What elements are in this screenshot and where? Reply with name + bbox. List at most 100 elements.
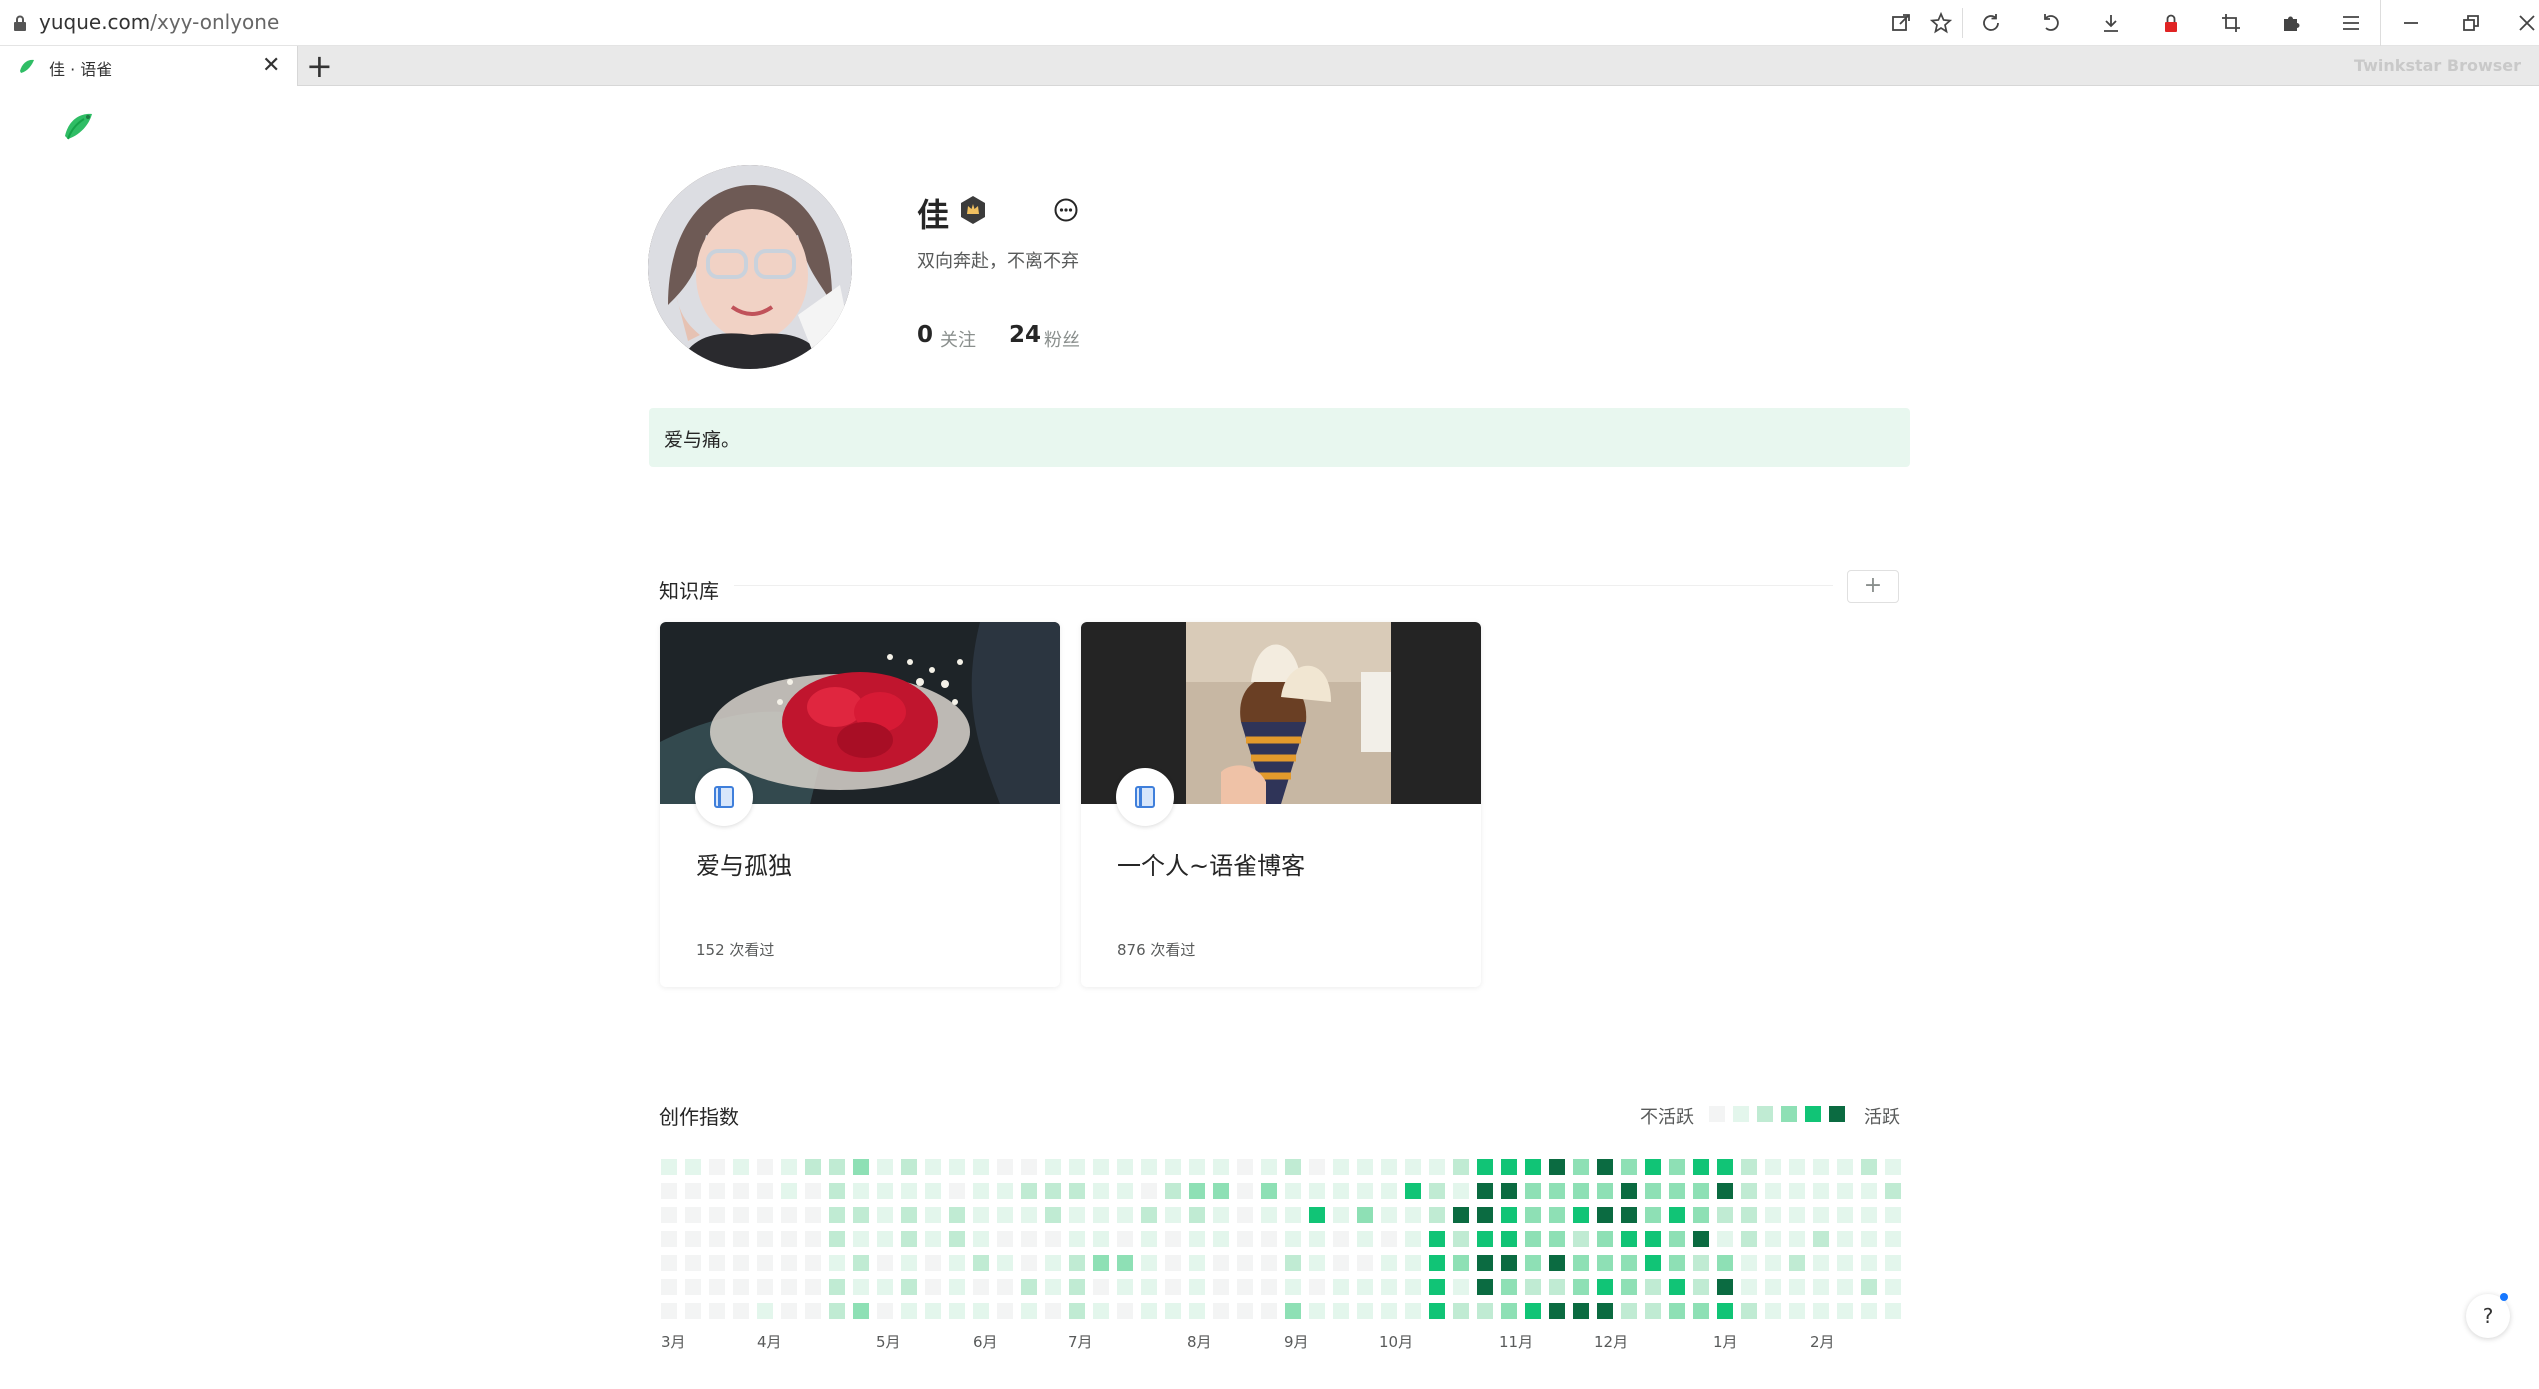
heatmap-cell[interactable] bbox=[1717, 1183, 1733, 1199]
heatmap-cell[interactable] bbox=[1501, 1303, 1517, 1319]
heatmap-cell[interactable] bbox=[949, 1159, 965, 1175]
heatmap-cell[interactable] bbox=[877, 1231, 893, 1247]
heatmap-cell[interactable] bbox=[709, 1159, 725, 1175]
heatmap-cell[interactable] bbox=[1693, 1231, 1709, 1247]
heatmap-cell[interactable] bbox=[805, 1279, 821, 1295]
more-options-icon[interactable] bbox=[1053, 197, 1079, 223]
heatmap-cell[interactable] bbox=[1477, 1279, 1493, 1295]
heatmap-cell[interactable] bbox=[1453, 1303, 1469, 1319]
heatmap-cell[interactable] bbox=[1765, 1159, 1781, 1175]
heatmap-cell[interactable] bbox=[1717, 1255, 1733, 1271]
heatmap-cell[interactable] bbox=[1453, 1279, 1469, 1295]
heatmap-cell[interactable] bbox=[1069, 1207, 1085, 1223]
heatmap-cell[interactable] bbox=[805, 1207, 821, 1223]
heatmap-cell[interactable] bbox=[829, 1159, 845, 1175]
heatmap-cell[interactable] bbox=[1141, 1207, 1157, 1223]
heatmap-cell[interactable] bbox=[1285, 1231, 1301, 1247]
heatmap-cell[interactable] bbox=[1237, 1159, 1253, 1175]
heatmap-cell[interactable] bbox=[805, 1255, 821, 1271]
heatmap-cell[interactable] bbox=[1117, 1207, 1133, 1223]
heatmap-cell[interactable] bbox=[1309, 1279, 1325, 1295]
heatmap-cell[interactable] bbox=[1453, 1159, 1469, 1175]
heatmap-cell[interactable] bbox=[1333, 1255, 1349, 1271]
heatmap-cell[interactable] bbox=[1213, 1303, 1229, 1319]
heatmap-cell[interactable] bbox=[1885, 1303, 1901, 1319]
heatmap-cell[interactable] bbox=[829, 1183, 845, 1199]
card-title[interactable]: 一个人~语雀博客 bbox=[1117, 846, 1305, 881]
heatmap-cell[interactable] bbox=[757, 1279, 773, 1295]
heatmap-cell[interactable] bbox=[1453, 1255, 1469, 1271]
heatmap-cell[interactable] bbox=[1885, 1255, 1901, 1271]
heatmap-cell[interactable] bbox=[1261, 1231, 1277, 1247]
heatmap-cell[interactable] bbox=[1069, 1279, 1085, 1295]
heatmap-cell[interactable] bbox=[1429, 1207, 1445, 1223]
heatmap-cell[interactable] bbox=[733, 1207, 749, 1223]
security-lock-icon[interactable] bbox=[2156, 8, 2186, 38]
heatmap-cell[interactable] bbox=[1285, 1207, 1301, 1223]
heatmap-cell[interactable] bbox=[1597, 1183, 1613, 1199]
heatmap-cell[interactable] bbox=[1189, 1255, 1205, 1271]
heatmap-cell[interactable] bbox=[709, 1279, 725, 1295]
heatmap-cell[interactable] bbox=[1117, 1231, 1133, 1247]
heatmap-cell[interactable] bbox=[1549, 1207, 1565, 1223]
heatmap-cell[interactable] bbox=[685, 1303, 701, 1319]
heatmap-cell[interactable] bbox=[709, 1207, 725, 1223]
heatmap-cell[interactable] bbox=[1741, 1279, 1757, 1295]
heatmap-cell[interactable] bbox=[661, 1303, 677, 1319]
heatmap-cell[interactable] bbox=[733, 1303, 749, 1319]
heatmap-cell[interactable] bbox=[1213, 1231, 1229, 1247]
heatmap-cell[interactable] bbox=[685, 1183, 701, 1199]
heatmap-cell[interactable] bbox=[1381, 1255, 1397, 1271]
heatmap-cell[interactable] bbox=[877, 1183, 893, 1199]
heatmap-cell[interactable] bbox=[1813, 1279, 1829, 1295]
heatmap-cell[interactable] bbox=[1261, 1255, 1277, 1271]
heatmap-cell[interactable] bbox=[1789, 1303, 1805, 1319]
heatmap-cell[interactable] bbox=[1285, 1255, 1301, 1271]
heatmap-cell[interactable] bbox=[1141, 1183, 1157, 1199]
heatmap-cell[interactable] bbox=[853, 1183, 869, 1199]
heatmap-cell[interactable] bbox=[1477, 1159, 1493, 1175]
heatmap-cell[interactable] bbox=[925, 1159, 941, 1175]
heatmap-cell[interactable] bbox=[1549, 1279, 1565, 1295]
heatmap-cell[interactable] bbox=[1597, 1255, 1613, 1271]
heatmap-cell[interactable] bbox=[853, 1255, 869, 1271]
heatmap-cell[interactable] bbox=[1309, 1159, 1325, 1175]
heatmap-cell[interactable] bbox=[1741, 1255, 1757, 1271]
undo-close-tab-icon[interactable] bbox=[2036, 8, 2066, 38]
heatmap-cell[interactable] bbox=[1285, 1303, 1301, 1319]
heatmap-cell[interactable] bbox=[1045, 1255, 1061, 1271]
heatmap-cell[interactable] bbox=[1861, 1231, 1877, 1247]
extensions-puzzle-icon[interactable] bbox=[2276, 8, 2306, 38]
heatmap-cell[interactable] bbox=[661, 1231, 677, 1247]
heatmap-cell[interactable] bbox=[781, 1207, 797, 1223]
heatmap-cell[interactable] bbox=[1093, 1255, 1109, 1271]
heatmap-cell[interactable] bbox=[1165, 1159, 1181, 1175]
heatmap-cell[interactable] bbox=[853, 1231, 869, 1247]
heatmap-cell[interactable] bbox=[1237, 1183, 1253, 1199]
heatmap-cell[interactable] bbox=[1837, 1231, 1853, 1247]
heatmap-cell[interactable] bbox=[973, 1255, 989, 1271]
heatmap-cell[interactable] bbox=[829, 1231, 845, 1247]
heatmap-cell[interactable] bbox=[1453, 1183, 1469, 1199]
heatmap-cell[interactable] bbox=[1261, 1303, 1277, 1319]
heatmap-cell[interactable] bbox=[1237, 1207, 1253, 1223]
heatmap-cell[interactable] bbox=[1501, 1207, 1517, 1223]
open-external-icon[interactable] bbox=[1886, 8, 1916, 38]
heatmap-cell[interactable] bbox=[925, 1255, 941, 1271]
heatmap-cell[interactable] bbox=[733, 1255, 749, 1271]
heatmap-cell[interactable] bbox=[1165, 1303, 1181, 1319]
heatmap-cell[interactable] bbox=[1669, 1303, 1685, 1319]
heatmap-cell[interactable] bbox=[1885, 1279, 1901, 1295]
heatmap-cell[interactable] bbox=[1333, 1183, 1349, 1199]
close-window-icon[interactable] bbox=[2512, 8, 2539, 38]
heatmap-cell[interactable] bbox=[877, 1279, 893, 1295]
heatmap-cell[interactable] bbox=[661, 1279, 677, 1295]
heatmap-cell[interactable] bbox=[877, 1207, 893, 1223]
minimize-icon[interactable] bbox=[2396, 8, 2426, 38]
heatmap-cell[interactable] bbox=[661, 1207, 677, 1223]
heatmap-cell[interactable] bbox=[1621, 1303, 1637, 1319]
heatmap-cell[interactable] bbox=[949, 1183, 965, 1199]
heatmap-cell[interactable] bbox=[1093, 1303, 1109, 1319]
heatmap-cell[interactable] bbox=[1333, 1159, 1349, 1175]
heatmap-cell[interactable] bbox=[1837, 1303, 1853, 1319]
